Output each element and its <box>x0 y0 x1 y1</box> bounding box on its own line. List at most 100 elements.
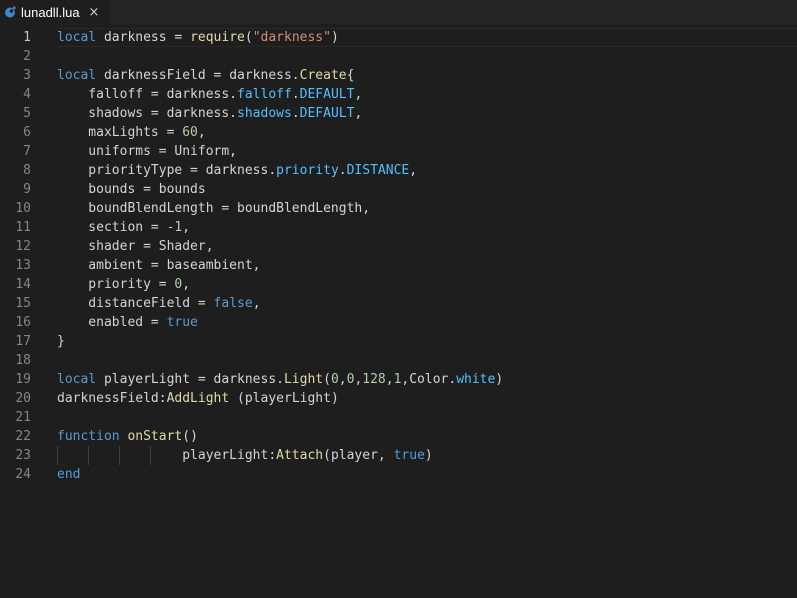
code-line[interactable]: 12 shader = Shader, <box>0 237 797 256</box>
code-line[interactable]: 17} <box>0 332 797 351</box>
code-token: onStart <box>127 429 183 444</box>
line-number: 7 <box>23 144 31 159</box>
code-token: darknessField = darkness. <box>96 68 300 83</box>
code-token: false <box>213 296 253 311</box>
code-token: (player, <box>323 448 394 463</box>
code-line[interactable]: 21 <box>0 408 797 427</box>
code-token: end <box>57 467 81 482</box>
code-token: distanceField = <box>57 296 214 311</box>
line-number: 12 <box>15 239 31 254</box>
code-line[interactable]: 7 uniforms = Uniform, <box>0 142 797 161</box>
line-code: playerLight:Attach(player, true) <box>57 446 433 465</box>
code-token: shadows <box>237 106 292 121</box>
code-token: 60 <box>182 125 198 140</box>
code-line[interactable]: 19 local playerLight = darkness.Light(0,0… <box>0 370 797 389</box>
line-number: 23 <box>15 448 31 463</box>
code-token: ( <box>244 30 253 45</box>
close-icon[interactable]: × <box>89 5 100 20</box>
code-token: ) <box>330 30 339 45</box>
code-token: darknessField: <box>57 391 167 406</box>
code-token: 0 <box>330 372 339 387</box>
line-number: 24 <box>15 467 31 482</box>
line-number: 5 <box>23 106 31 121</box>
code-token: shader = Shader, <box>57 239 214 254</box>
code-token: darkness = <box>96 30 191 45</box>
line-number: 11 <box>15 220 31 235</box>
line-code: local darkness = require("darkness") <box>57 28 339 47</box>
line-code: function onStart() <box>57 427 198 446</box>
code-token: local <box>57 68 97 83</box>
code-token: Attach <box>276 448 324 463</box>
code-line[interactable]: 18 <box>0 351 797 370</box>
code-line[interactable]: 15 distanceField = false, <box>0 294 797 313</box>
code-token: . <box>338 163 347 178</box>
code-token: shadows = darkness. <box>57 106 238 121</box>
code-token: , <box>409 163 418 178</box>
code-line[interactable]: 22 function onStart() <box>0 427 797 446</box>
code-token: 128 <box>362 372 386 387</box>
code-line[interactable]: 14 priority = 0, <box>0 275 797 294</box>
code-token: , <box>385 372 394 387</box>
code-token: , <box>182 220 191 235</box>
code-token: priority <box>276 163 339 178</box>
code-line[interactable]: 1 local darkness = require("darkness") <box>0 28 797 47</box>
line-code: uniforms = Uniform, <box>57 142 237 161</box>
code-token: ) <box>495 372 504 387</box>
line-code: priority = 0, <box>57 275 190 294</box>
line-code: enabled = true <box>57 313 198 332</box>
code-token: } <box>57 334 65 349</box>
code-editor[interactable]: 1 local darkness = require("darkness") 2 3 l… <box>0 28 797 484</box>
code-line[interactable]: 23 playerLight:Attach(player, true) <box>0 446 797 465</box>
line-code: local darknessField = darkness.Create{ <box>57 66 354 85</box>
code-token: , <box>252 296 261 311</box>
code-line[interactable]: 9 bounds = bounds <box>0 180 797 199</box>
code-line[interactable]: 24 end <box>0 465 797 484</box>
code-token: AddLight <box>166 391 230 406</box>
code-line[interactable]: 4 falloff = darkness.falloff.DEFAULT, <box>0 85 797 104</box>
code-token: true <box>166 315 198 330</box>
line-code: distanceField = false, <box>57 294 261 313</box>
line-code: maxLights = 60, <box>57 123 206 142</box>
code-token: "darkness" <box>252 30 331 45</box>
code-token: section = <box>57 220 167 235</box>
code-token: ambient = baseambient, <box>57 258 261 273</box>
code-line[interactable]: 5 shadows = darkness.shadows.DEFAULT, <box>0 104 797 123</box>
code-line[interactable]: 8 priorityType = darkness.priority.DISTA… <box>0 161 797 180</box>
line-code: falloff = darkness.falloff.DEFAULT, <box>57 85 362 104</box>
tab-label: lunadll.lua <box>21 4 80 20</box>
code-line[interactable]: 2 <box>0 47 797 66</box>
line-number: 4 <box>23 87 31 102</box>
code-line[interactable]: 20 darknessField:AddLight (playerLight) <box>0 389 797 408</box>
code-line[interactable]: 11 section = -1, <box>0 218 797 237</box>
line-code: priorityType = darkness.priority.DISTANC… <box>57 161 417 180</box>
code-token: () <box>182 429 198 444</box>
code-line[interactable]: 3 local darknessField = darkness.Create{ <box>0 66 797 85</box>
code-line[interactable]: 10 boundBlendLength = boundBlendLength, <box>0 199 797 218</box>
code-token: . <box>291 106 300 121</box>
code-token: maxLights = <box>57 125 183 140</box>
code-token: , <box>354 106 363 121</box>
lua-file-icon <box>5 6 16 18</box>
code-token: . <box>291 87 300 102</box>
line-number: 9 <box>23 182 31 197</box>
code-token: local <box>57 30 97 45</box>
line-number: 16 <box>15 315 31 330</box>
code-line[interactable]: 13 ambient = baseambient, <box>0 256 797 275</box>
code-token: require <box>190 30 245 45</box>
code-token: , <box>354 87 363 102</box>
line-number: 15 <box>15 296 31 311</box>
code-token: , <box>197 125 206 140</box>
code-token: ) <box>424 448 433 463</box>
line-number: 18 <box>15 353 31 368</box>
line-code: shadows = darkness.shadows.DEFAULT, <box>57 104 362 123</box>
line-number: 6 <box>23 125 31 140</box>
line-number: 1 <box>23 30 31 45</box>
code-line[interactable]: 16 enabled = true <box>0 313 797 332</box>
line-code: ambient = baseambient, <box>57 256 261 275</box>
code-line[interactable]: 6 maxLights = 60, <box>0 123 797 142</box>
code-token: DEFAULT <box>299 106 355 121</box>
tab-lunadll-lua[interactable]: lunadll.lua × <box>0 0 110 24</box>
line-code: shader = Shader, <box>57 237 214 256</box>
line-code: darknessField:AddLight (playerLight) <box>57 389 339 408</box>
line-number: 8 <box>23 163 31 178</box>
